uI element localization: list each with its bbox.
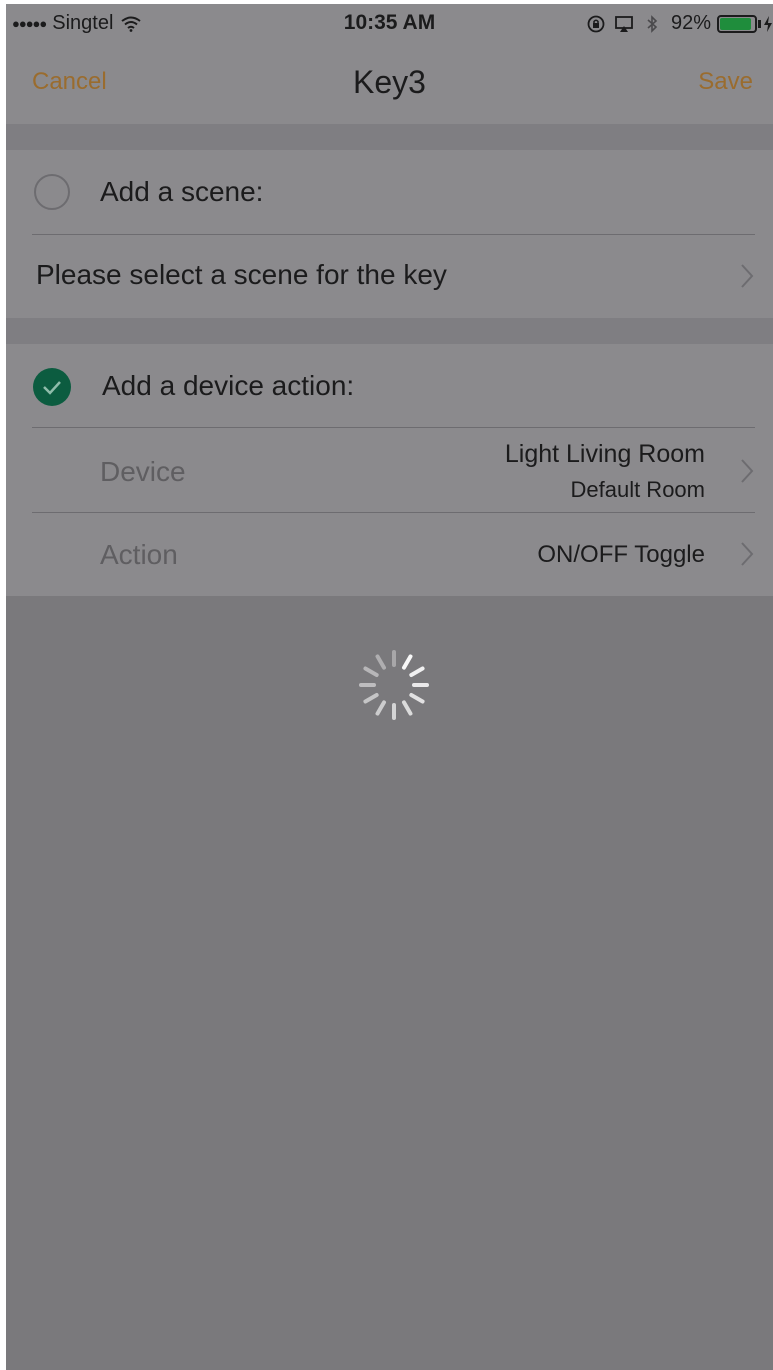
activity-spinner-icon [359,650,429,720]
spinner-spoke [409,693,425,704]
chevron-right-icon [741,264,754,288]
orientation-lock-icon [587,15,605,32]
navigation-bar: Cancel Key3 Save [6,44,773,124]
chevron-right-icon [741,542,754,566]
spinner-spoke [375,654,386,670]
spinner-spoke [375,700,386,716]
device-label: Device [100,456,186,487]
select-scene-prompt: Please select a scene for the key [36,259,447,290]
battery-icon [717,14,757,33]
device-action-option-label: Add a device action: [102,370,355,401]
page-title: Key3 [353,64,426,100]
spinner-spoke [363,666,379,677]
device-name: Light Living Room [504,440,705,468]
device-row[interactable]: Device Light Living Room Default Room [6,428,773,512]
save-button[interactable]: Save [698,68,753,96]
section-spacer [6,124,773,150]
screen: ●●●●● Singtel 10:35 AM 92% Cancel Key3 S… [6,4,773,1370]
battery-tip [758,19,761,28]
bluetooth-icon [647,14,658,33]
device-room: Default Room [570,477,705,502]
device-action-section: Add a device action: Device Light Living… [6,344,773,596]
action-label: Action [100,539,178,570]
battery-percent: 92% [670,12,711,34]
status-bar: ●●●●● Singtel 10:35 AM 92% [6,4,773,44]
spinner-spoke [363,693,379,704]
action-value: ON/OFF Toggle [537,541,705,568]
spinner-spoke [409,666,425,677]
checkmark-icon [43,381,61,395]
spinner-spoke [402,654,413,670]
scene-section: Add a scene: Please select a scene for t… [6,150,773,318]
scene-radio-button[interactable] [34,174,70,210]
battery-fill [720,17,752,30]
airplay-icon [615,15,633,32]
device-action-radio-button[interactable] [33,368,71,406]
chevron-right-icon [741,459,754,483]
status-right: 92% [587,12,773,35]
charging-bolt-icon [764,15,772,32]
action-row[interactable]: Action ON/OFF Toggle [6,513,773,596]
select-scene-row[interactable]: Please select a scene for the key [6,235,773,318]
scene-option-label: Add a scene: [100,176,264,207]
section-spacer [6,318,773,344]
spinner-spoke [402,700,413,716]
